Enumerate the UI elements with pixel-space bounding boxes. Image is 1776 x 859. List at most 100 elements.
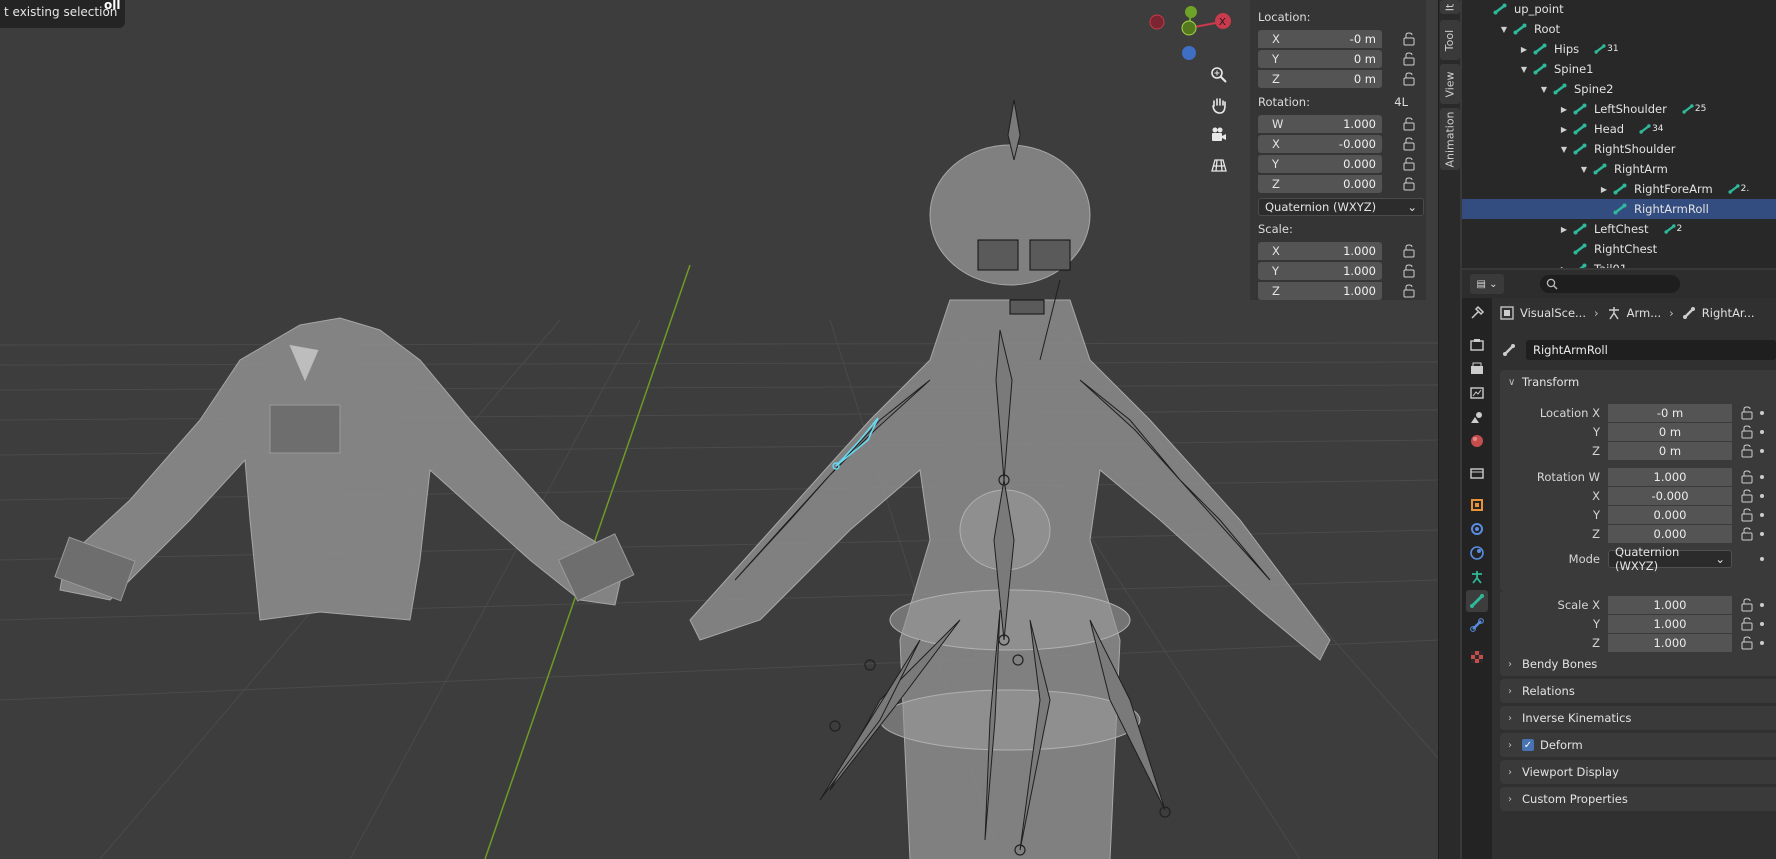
outliner-row[interactable]: ▼ Root [1462,19,1776,39]
breadcrumb-armature[interactable]: Arm... [1627,306,1662,320]
object-icon[interactable] [1466,494,1488,516]
keyframe-dot[interactable] [1760,603,1764,607]
grid-ortho-icon[interactable] [1206,152,1232,178]
disclosure-closed-icon[interactable]: ▶ [1598,185,1610,194]
location-x-field[interactable]: X -0 m [1258,30,1382,48]
breadcrumb-bone[interactable]: RightAr... [1702,306,1755,320]
child-count-badge[interactable]: 2 [1663,223,1682,235]
child-count-badge[interactable]: 31 [1593,43,1619,55]
rotation-z-field[interactable]: Z 0.000 [1258,175,1382,193]
disclosure-open-icon[interactable]: ▼ [1518,65,1530,74]
outliner-row[interactable]: ▶ LeftShoulder 25 [1462,99,1776,119]
viewport-display-panel[interactable]: › Viewport Display [1500,760,1776,784]
bendy-bones-panel[interactable]: › Bendy Bones [1500,652,1776,676]
tab-animation[interactable]: Animation [1440,108,1460,170]
bone-name-field[interactable]: RightArmRoll [1526,340,1776,360]
keyframe-dot[interactable] [1760,622,1764,626]
rotation-z-field[interactable]: 0.000 [1608,525,1732,543]
rotation-mode-short[interactable]: 4L [1394,95,1408,111]
outliner-row[interactable]: ▶ LeftChest 2 [1462,219,1776,239]
location-z-field[interactable]: 0 m [1608,442,1732,460]
scale-z-field[interactable]: Z 1.000 [1258,282,1382,300]
rotation-w-field[interactable]: W 1.000 [1258,115,1382,133]
outliner-row[interactable]: ▼ RightArm [1462,159,1776,179]
outliner-row[interactable]: ▶ RightForeArm 2. [1462,179,1776,199]
keyframe-dot[interactable] [1760,411,1764,415]
deform-panel[interactable]: › ✓ Deform [1500,733,1776,757]
outliner-row[interactable]: ▼ Spine1 [1462,59,1776,79]
disclosure-closed-icon[interactable]: ▶ [1518,45,1530,54]
world-icon[interactable] [1466,430,1488,452]
tool-icon[interactable] [1466,302,1488,324]
disclosure-closed-icon[interactable]: ▶ [1558,125,1570,134]
lock-icon[interactable] [1740,406,1754,420]
editor-type-button[interactable]: ▤ ⌄ [1470,274,1504,294]
scale-z-field[interactable]: 1.000 [1608,634,1732,652]
camera-icon[interactable] [1206,122,1232,148]
location-z-field[interactable]: Z0 m [1258,70,1382,88]
outliner-row[interactable]: RightChest [1462,239,1776,259]
child-count-badge[interactable]: 34 [1638,123,1664,135]
lock-icon[interactable] [1740,470,1754,484]
lock-icon[interactable] [1402,177,1416,191]
lock-icon[interactable] [1402,264,1416,278]
rotation-x-field[interactable]: -0.000 [1608,487,1732,505]
disclosure-open-icon[interactable]: ▼ [1538,85,1550,94]
lock-icon[interactable] [1402,117,1416,131]
tab-tool[interactable]: Tool [1440,20,1460,60]
custom-properties-panel[interactable]: › Custom Properties [1500,787,1776,811]
lock-icon[interactable] [1402,284,1416,298]
texture-icon[interactable] [1466,646,1488,668]
rotation-y-field[interactable]: Y 0.000 [1258,155,1382,173]
scale-x-field[interactable]: 1.000 [1608,596,1732,614]
outliner-row[interactable]: ▼ Spine2 [1462,79,1776,99]
lock-icon[interactable] [1740,425,1754,439]
keyframe-dot[interactable] [1760,475,1764,479]
disclosure-open-icon[interactable]: ▼ [1498,25,1510,34]
disclosure-closed-icon[interactable]: ▶ [1558,265,1570,269]
render-icon[interactable] [1466,334,1488,356]
view-layer-icon[interactable] [1466,382,1488,404]
outliner-row[interactable]: ▶ Hips 31 [1462,39,1776,59]
rotation-mode-select[interactable]: Quaternion (WXYZ) ⌄ [1258,198,1424,216]
lock-icon[interactable] [1740,508,1754,522]
bone-constraint-icon[interactable] [1466,614,1488,636]
relations-panel[interactable]: › Relations [1500,679,1776,703]
keyframe-dot[interactable] [1760,557,1764,561]
keyframe-dot[interactable] [1760,430,1764,434]
lock-icon[interactable] [1402,32,1416,46]
output-icon[interactable] [1466,358,1488,380]
rotation-w-field[interactable]: 1.000 [1608,468,1732,486]
3d-viewport[interactable]: t existing selection oll X Location: X -… [0,0,1440,859]
zoom-icon[interactable] [1206,62,1232,88]
navigation-gizmo[interactable]: X [1146,6,1238,66]
keyframe-dot[interactable] [1760,513,1764,517]
lock-icon[interactable] [1740,489,1754,503]
breadcrumb-scene[interactable]: VisualSce... [1520,306,1586,320]
deform-checkbox[interactable]: ✓ [1522,739,1534,751]
outliner-row[interactable]: RightArmRoll [1462,199,1776,219]
disclosure-closed-icon[interactable]: ▶ [1558,225,1570,234]
scene-icon[interactable] [1466,406,1488,428]
lock-icon[interactable] [1402,72,1416,86]
transform-panel-header[interactable]: ∨ Transform [1500,370,1776,394]
lock-icon[interactable] [1402,52,1416,66]
lock-icon[interactable] [1740,617,1754,631]
disclosure-closed-icon[interactable]: ▶ [1558,105,1570,114]
collection-icon[interactable] [1466,462,1488,484]
location-y-field[interactable]: 0 m [1608,423,1732,441]
child-count-badge[interactable]: 2. [1727,183,1749,195]
lock-icon[interactable] [1740,636,1754,650]
lock-icon[interactable] [1402,157,1416,171]
lock-icon[interactable] [1402,137,1416,151]
disclosure-open-icon[interactable]: ▼ [1578,165,1590,174]
child-count-badge[interactable]: 25 [1681,103,1706,115]
scale-y-field[interactable]: 1.000 [1608,615,1732,633]
hand-pan-icon[interactable] [1206,92,1232,118]
modifier-icon[interactable] [1466,518,1488,540]
bone-icon[interactable] [1466,590,1488,612]
rotation-x-field[interactable]: X -0.000 [1258,135,1382,153]
keyframe-dot[interactable] [1760,641,1764,645]
lock-icon[interactable] [1740,444,1754,458]
keyframe-dot[interactable] [1760,449,1764,453]
